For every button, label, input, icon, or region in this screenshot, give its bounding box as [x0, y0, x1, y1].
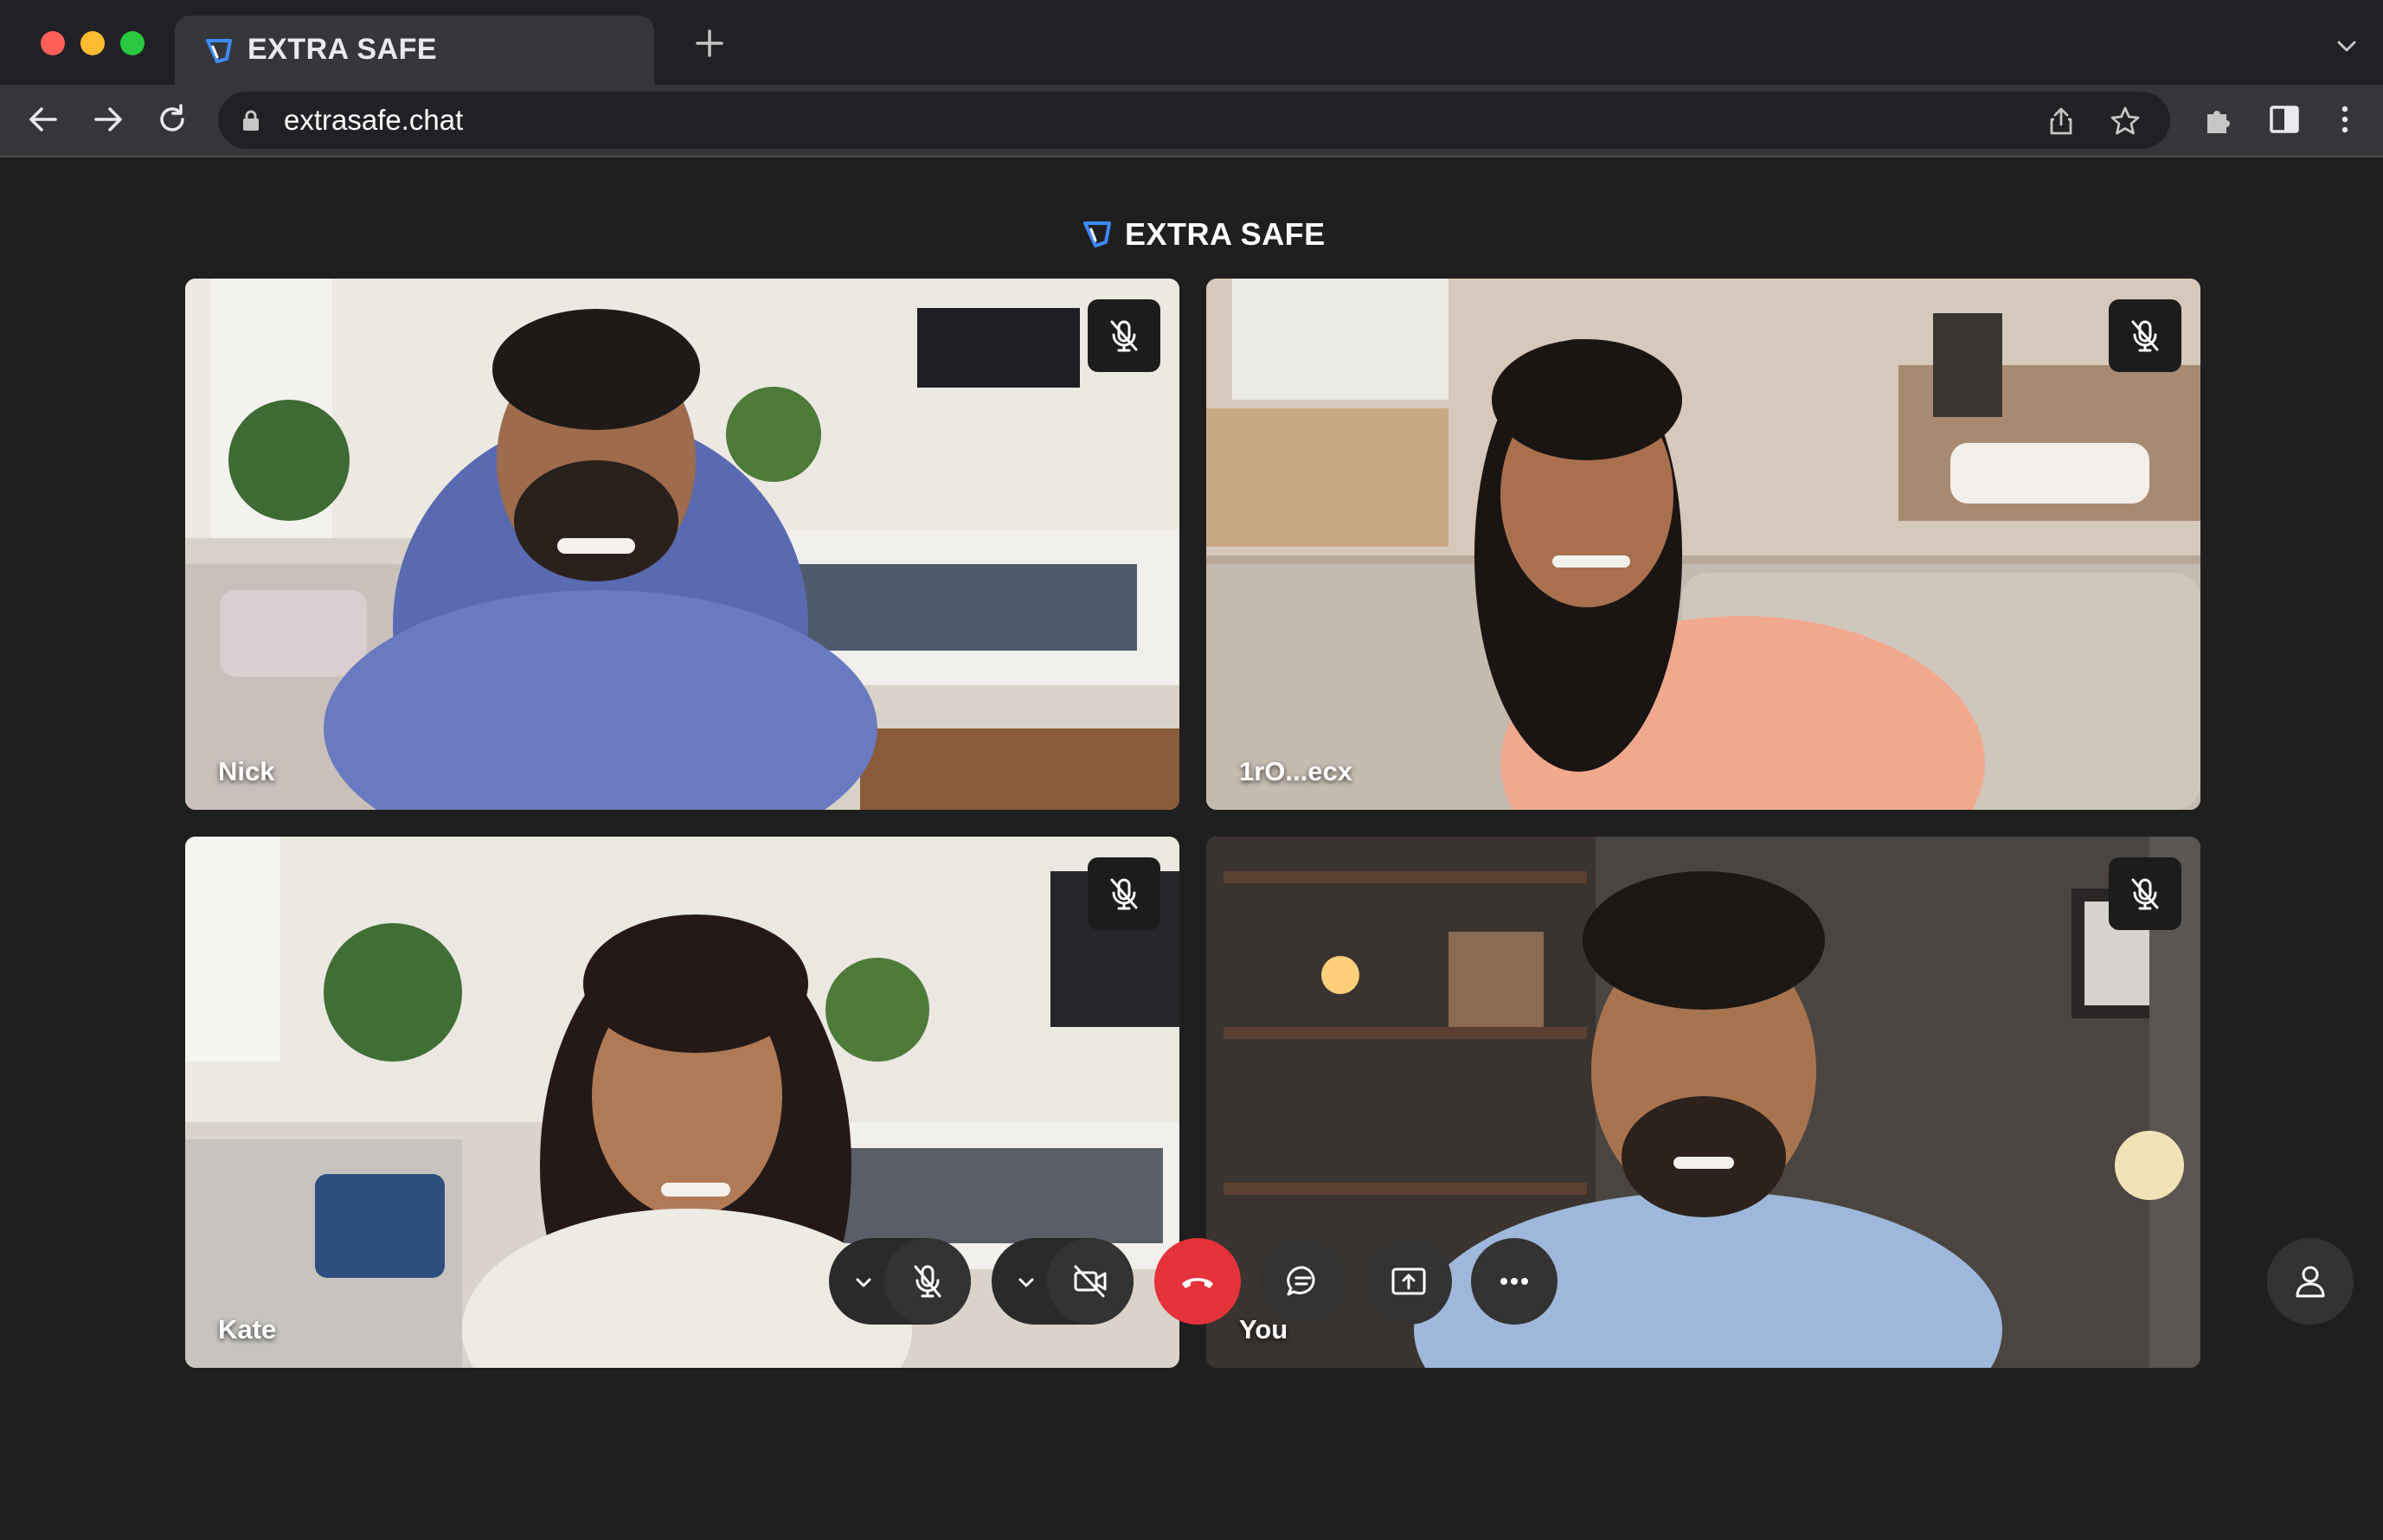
camera-options-chevron-icon[interactable]: [1014, 1270, 1038, 1294]
person-icon: [2296, 1266, 2325, 1298]
extra-safe-logo-icon: [206, 39, 232, 63]
screen-share-icon: [1391, 1267, 1426, 1295]
chat-icon: [1287, 1266, 1315, 1296]
url-text: extrasafe.chat: [284, 104, 464, 136]
tab-title: EXTRA SAFE: [247, 33, 438, 66]
side-panel-icon[interactable]: [2267, 102, 2302, 137]
browser-menu-icon[interactable]: [2328, 102, 2362, 137]
participant-name: 1rO...ecx: [1239, 756, 1352, 786]
participant-video: [1206, 279, 2200, 810]
muted-indicator: [2109, 299, 2181, 372]
microphone-off-icon: [1110, 878, 1138, 910]
participant-name: You: [1239, 1314, 1288, 1344]
mute-toggle-button[interactable]: [884, 1238, 971, 1325]
reload-icon[interactable]: [153, 100, 191, 138]
microphone-off-icon: [2131, 878, 2159, 910]
video-call-app: EXTRA SAFE Nick 1rO...ecx Kate You: [0, 157, 2383, 1540]
mic-options-chevron-icon[interactable]: [851, 1270, 876, 1294]
forward-arrow-icon[interactable]: [89, 100, 127, 138]
participant-name: Kate: [218, 1314, 277, 1344]
camera-toggle-button[interactable]: [1047, 1238, 1134, 1325]
extensions-puzzle-icon[interactable]: [2202, 102, 2237, 137]
participant-tile[interactable]: 1rO...ecx: [1206, 279, 2200, 810]
new-tab-icon[interactable]: [692, 26, 727, 61]
bookmark-star-icon[interactable]: [2110, 106, 2141, 137]
more-icon: [1500, 1278, 1528, 1285]
camera-off-icon: [1074, 1265, 1107, 1298]
participant-tile[interactable]: You: [1206, 837, 2200, 1368]
participant-video: [1206, 837, 2200, 1368]
window-close-button[interactable]: [41, 31, 65, 55]
back-arrow-icon[interactable]: [24, 100, 62, 138]
participant-tile[interactable]: Nick: [185, 279, 1179, 810]
share-icon[interactable]: [2046, 106, 2077, 137]
window-maximize-button[interactable]: [120, 31, 145, 55]
window-minimize-button[interactable]: [80, 31, 105, 55]
extra-safe-logo-icon: [1083, 221, 1111, 247]
participant-name: Nick: [218, 756, 275, 786]
browser-tab[interactable]: EXTRA SAFE: [175, 16, 654, 85]
participants-button[interactable]: [2267, 1238, 2354, 1325]
muted-indicator: [1088, 299, 1160, 372]
screen-share-button[interactable]: [1365, 1238, 1452, 1325]
more-options-button[interactable]: [1471, 1238, 1558, 1325]
phone-hangup-icon: [1182, 1278, 1213, 1288]
lock-icon: [243, 110, 259, 131]
browser-toolbar: extrasafe.chat: [0, 85, 2383, 157]
address-bar[interactable]: extrasafe.chat: [218, 92, 2170, 149]
chevron-down-icon[interactable]: [2335, 35, 2359, 59]
muted-indicator: [1088, 857, 1160, 930]
participant-video: [185, 279, 1179, 810]
microphone-off-icon: [2131, 320, 2159, 352]
app-brand: EXTRA SAFE: [1082, 215, 1326, 254]
muted-indicator: [2109, 857, 2181, 930]
browser-titlebar: EXTRA SAFE: [0, 0, 2383, 85]
end-call-button[interactable]: [1154, 1238, 1241, 1325]
microphone-off-icon: [1110, 320, 1138, 352]
app-title: EXTRA SAFE: [1125, 216, 1326, 252]
microphone-off-icon: [914, 1265, 941, 1298]
chat-button[interactable]: [1260, 1238, 1346, 1325]
